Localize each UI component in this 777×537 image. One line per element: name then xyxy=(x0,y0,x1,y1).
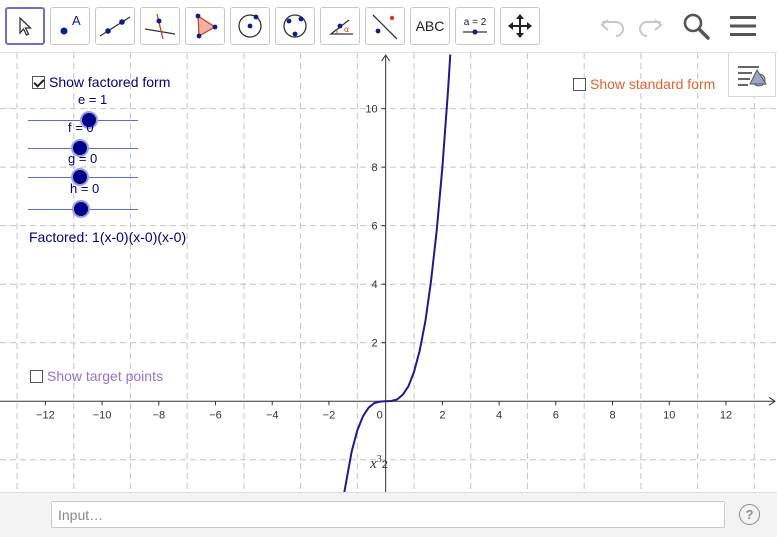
x-tick-label: −2 xyxy=(323,409,336,421)
search-icon xyxy=(683,13,710,40)
slider-h-label: h = 0 xyxy=(70,181,100,196)
slider-tool[interactable]: a = 2 xyxy=(455,7,495,45)
help-icon[interactable]: ? xyxy=(739,504,760,525)
slider-icon-label: a = 2 xyxy=(463,16,487,28)
y-tick-label: 2 xyxy=(372,338,378,350)
factored-form-text: Factored: 1(x-0)(x-0)(x-0) xyxy=(29,229,187,245)
polygon-icon xyxy=(195,13,218,39)
move-graphics-icon xyxy=(508,14,532,38)
x-tick-label: −10 xyxy=(93,409,112,421)
point-tool[interactable]: A xyxy=(50,7,90,45)
menu-icon xyxy=(730,16,756,36)
y-tick-label: 10 xyxy=(365,104,377,116)
style-bar-toggle[interactable] xyxy=(728,53,776,97)
show-target-points-label: Show target points xyxy=(47,368,163,384)
toolbar: A α ABC a = 2 xyxy=(0,0,777,53)
svg-text:A: A xyxy=(72,13,81,28)
y-tick-label: 8 xyxy=(372,162,378,174)
show-factored-form-checkbox[interactable]: Show factored form xyxy=(32,74,170,90)
polygon-tool[interactable] xyxy=(185,7,225,45)
show-standard-form-label: Show standard form xyxy=(590,76,716,92)
line-icon xyxy=(99,16,131,37)
show-standard-form-checkbox[interactable]: Show standard form xyxy=(573,76,715,92)
x-tick-label: 2 xyxy=(439,409,445,421)
circle-three-points-icon xyxy=(283,14,307,38)
x-tick-label: 6 xyxy=(553,409,559,421)
circle-center-tool[interactable] xyxy=(230,7,270,45)
y-tick-label: 4 xyxy=(372,279,378,291)
slider-f-label: f = 0 xyxy=(68,120,94,135)
y-tick-label: 6 xyxy=(372,221,378,233)
text-icon: ABC xyxy=(415,18,445,34)
move-tool[interactable] xyxy=(5,7,45,45)
slider-icon xyxy=(463,29,487,34)
reflect-tool[interactable] xyxy=(365,7,405,45)
perpendicular-icon xyxy=(144,13,176,40)
curve-label: x32 xyxy=(369,454,388,472)
svg-text:α: α xyxy=(344,25,349,34)
graphics-view[interactable]: −12 −10 −8 −6 −4 −2 0 2 4 6 8 10 12 2 4 6 8 10 x32 Show fa… xyxy=(0,53,777,492)
x-tick-label: −12 xyxy=(36,409,55,421)
cubic-function-curve xyxy=(343,54,452,492)
x-tick-label: 4 xyxy=(496,409,502,421)
slider-knob[interactable] xyxy=(74,202,88,216)
redo-icon xyxy=(639,19,663,37)
circle-center-icon xyxy=(238,14,262,38)
search-button[interactable] xyxy=(679,10,713,42)
undo-button[interactable] xyxy=(596,10,630,42)
input-bar: ? xyxy=(0,492,777,537)
x-tick-label: 12 xyxy=(720,409,732,421)
point-icon: A xyxy=(60,13,81,35)
show-factored-form-label: Show factored form xyxy=(49,74,171,90)
perpendicular-tool[interactable] xyxy=(140,7,180,45)
line-tool[interactable] xyxy=(95,7,135,45)
checkbox-unchecked-icon[interactable] xyxy=(30,369,43,383)
circle-three-points-tool[interactable] xyxy=(275,7,315,45)
move-graphics-tool[interactable] xyxy=(500,7,540,45)
text-tool[interactable]: ABC xyxy=(410,7,450,45)
x-tick-label: −8 xyxy=(153,409,166,421)
slider-e-label: e = 1 xyxy=(78,92,108,107)
redo-button[interactable] xyxy=(633,10,667,42)
angle-tool[interactable]: α xyxy=(320,7,360,45)
show-target-points-checkbox[interactable]: Show target points xyxy=(30,368,163,384)
menu-button[interactable] xyxy=(726,10,760,42)
x-tick-label: −6 xyxy=(209,409,222,421)
x-tick-label: 0 xyxy=(377,409,383,421)
x-tick-label: 8 xyxy=(609,409,615,421)
slider-h[interactable] xyxy=(28,197,138,221)
x-tick-label: −4 xyxy=(266,409,279,421)
reflect-icon xyxy=(372,14,398,40)
style-bar-icon xyxy=(738,65,767,86)
slider-g-label: g = 0 xyxy=(68,151,98,166)
x-tick-label: 10 xyxy=(663,409,675,421)
angle-icon: α xyxy=(329,19,353,35)
checkbox-unchecked-icon[interactable] xyxy=(573,77,586,91)
arrow-cursor-icon xyxy=(19,16,33,36)
checkbox-checked-icon[interactable] xyxy=(32,75,45,89)
algebra-input-field[interactable] xyxy=(51,501,725,528)
undo-icon xyxy=(600,19,624,37)
